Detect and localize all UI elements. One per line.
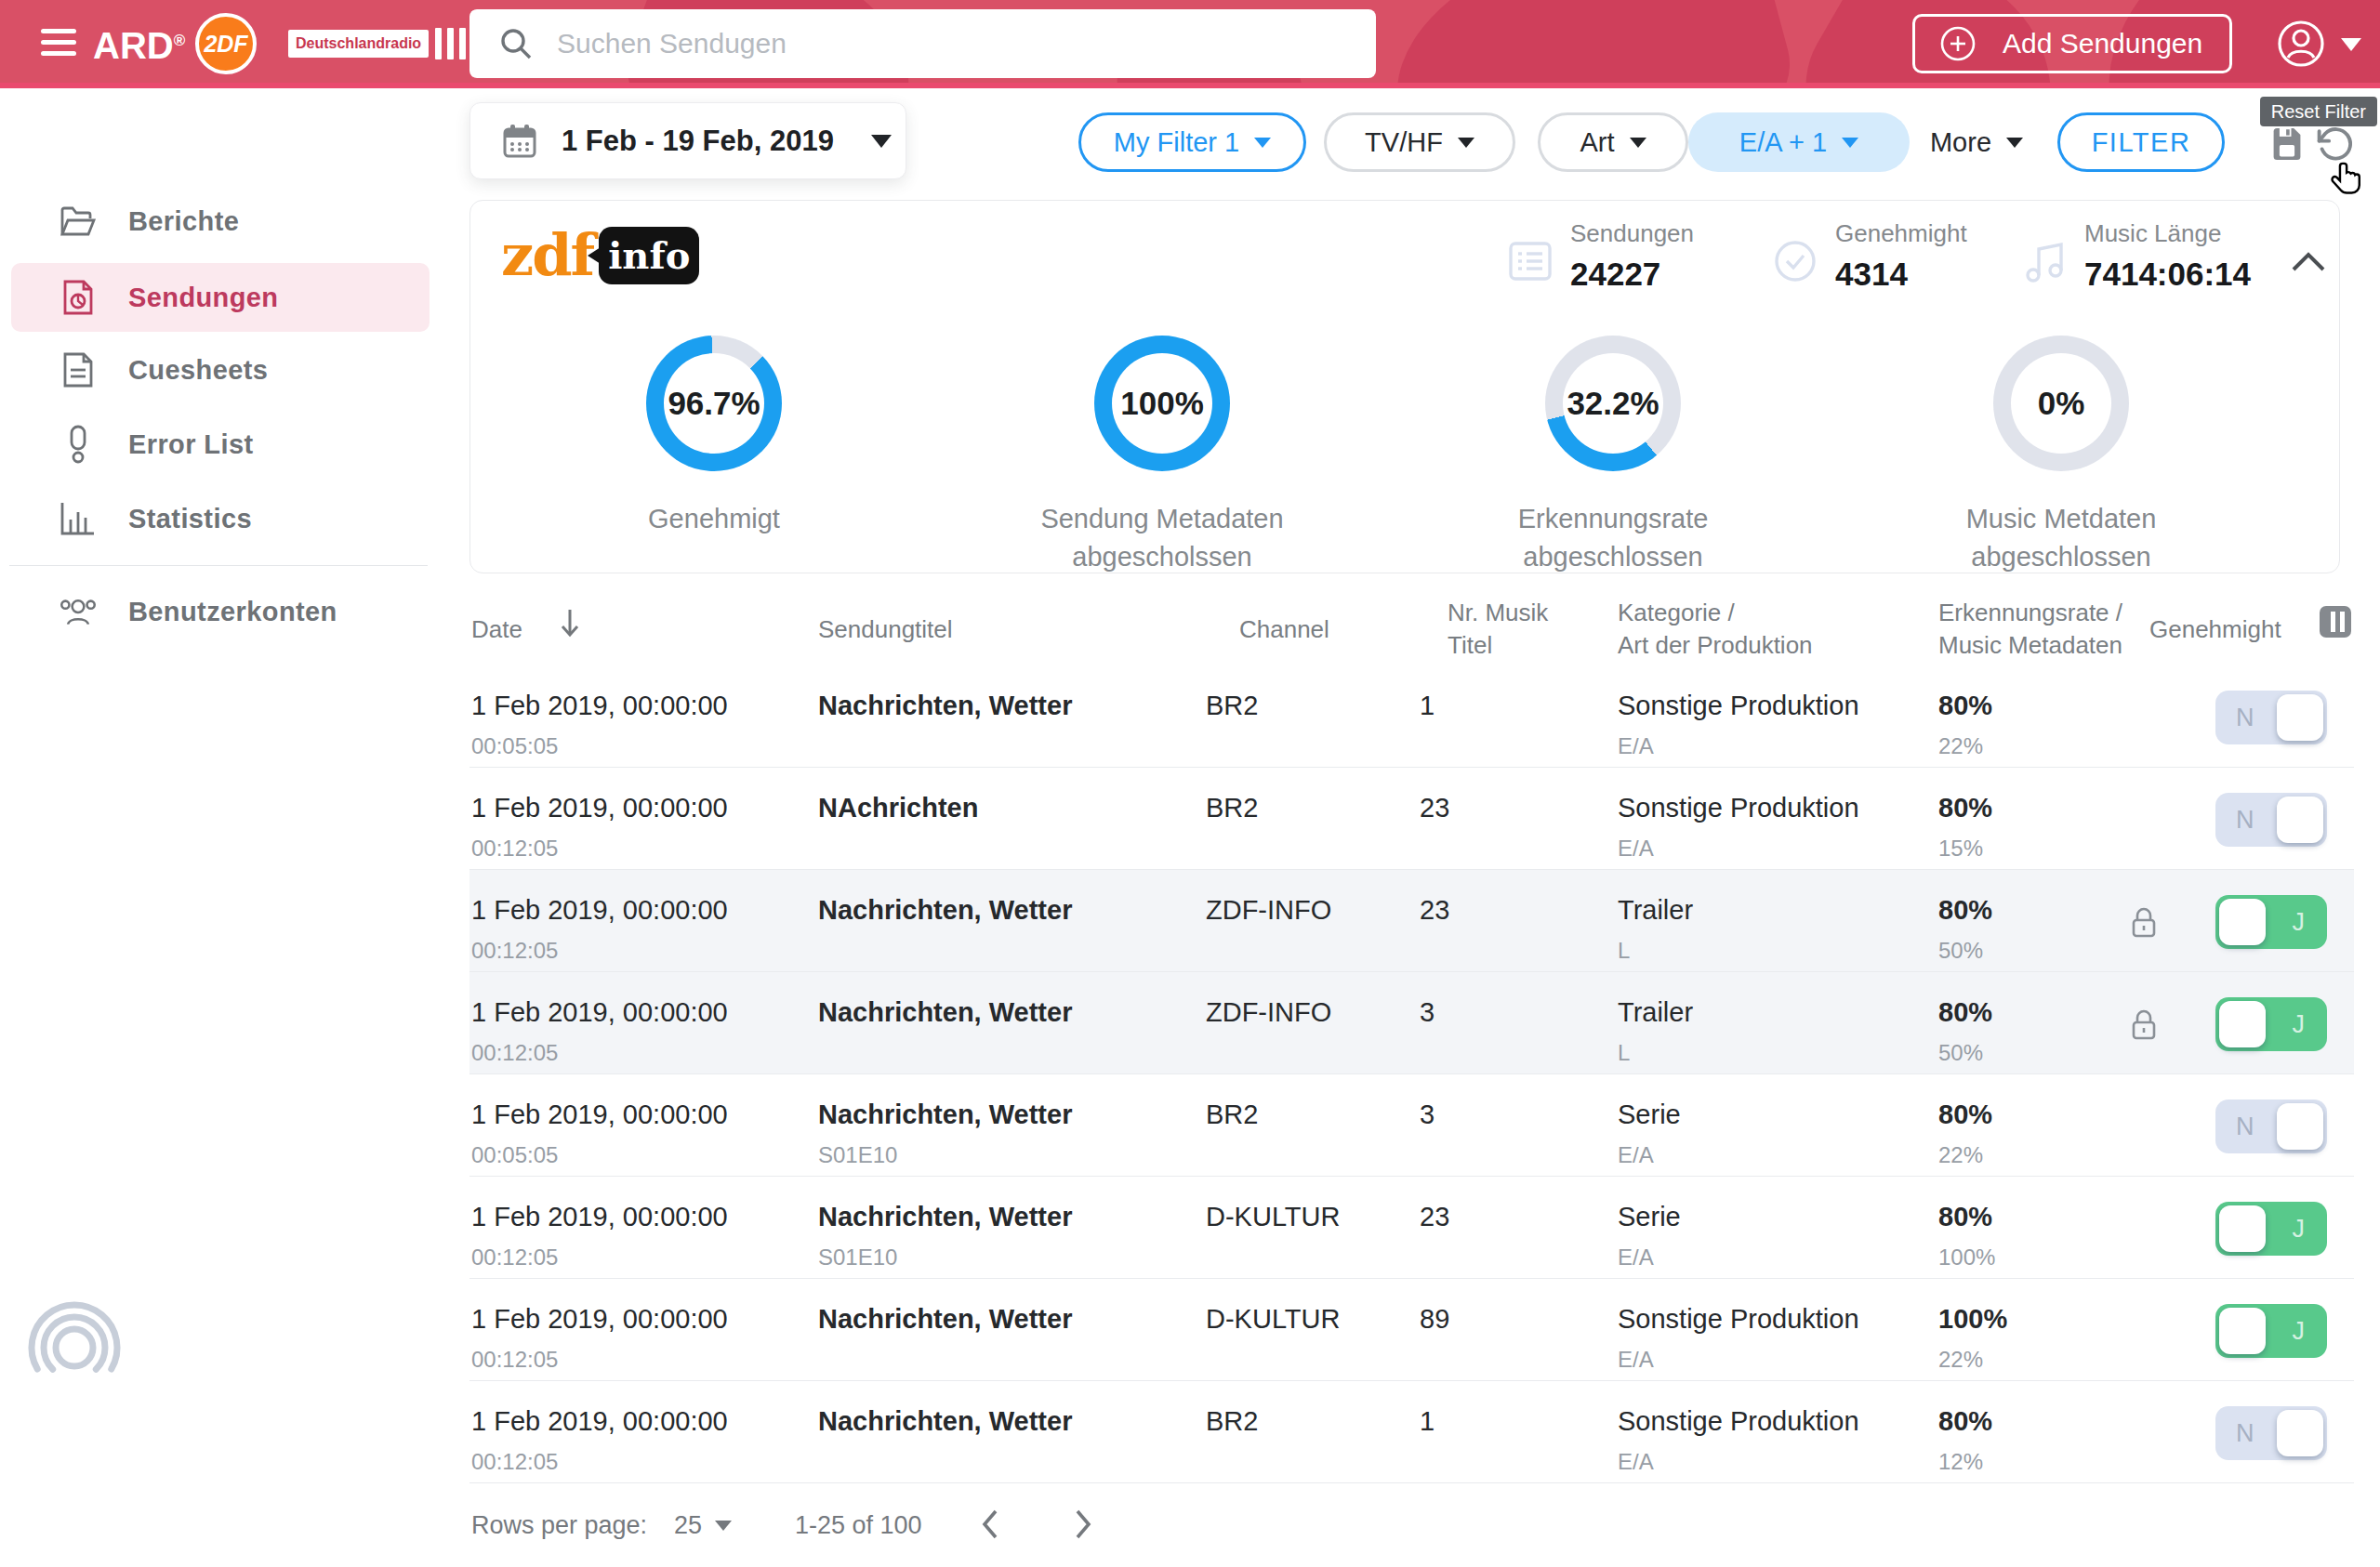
date-range-label: 1 Feb - 19 Feb, 2019 xyxy=(562,125,834,158)
table-row[interactable]: 1 Feb 2019, 00:00:0000:12:05 Nachrichten… xyxy=(469,1381,2354,1483)
pagination: Rows per page: 25 1-25 of 100 xyxy=(469,1483,2354,1567)
exclamation-icon xyxy=(60,425,97,464)
genehmight-toggle[interactable]: J xyxy=(2215,1304,2327,1358)
ard-logo: ARD® xyxy=(93,24,185,68)
col-erkennungsrate[interactable]: Erkennungsrate / Music Metadaten xyxy=(1938,597,2122,662)
folder-open-icon xyxy=(60,205,97,237)
donut-music-metadaten: 0% xyxy=(1993,336,2129,471)
my-filter-pill[interactable]: My Filter 1 xyxy=(1078,112,1306,172)
donut-label: Sendung Metadaten abgescholssen xyxy=(920,500,1404,576)
bar-chart-icon xyxy=(60,501,97,536)
donut-label: Genehmigt xyxy=(472,500,956,538)
save-filter-icon[interactable] xyxy=(2270,126,2304,162)
table-row[interactable]: 1 Feb 2019, 00:00:0000:12:05 Nachrichten… xyxy=(469,870,2354,972)
search-input[interactable] xyxy=(557,28,1301,59)
caret-down-icon xyxy=(1842,138,1858,148)
document-chart-icon xyxy=(60,279,97,316)
cursor-pointer xyxy=(2328,160,2367,199)
caret-down-icon xyxy=(2006,138,2023,148)
date-range-picker[interactable]: 1 Feb - 19 Feb, 2019 xyxy=(469,102,906,179)
calendar-icon xyxy=(502,123,537,160)
page-range-label: 1-25 of 100 xyxy=(795,1511,922,1540)
donut-label: Music Metdaten abgeschlossen xyxy=(1819,500,2303,576)
col-genehmight[interactable]: Genehmight xyxy=(2149,613,2281,646)
table-row[interactable]: 1 Feb 2019, 00:00:0000:12:05 Nachrichten… xyxy=(469,972,2354,1074)
col-kategorie[interactable]: Kategorie / Art der Produktion xyxy=(1618,597,1813,662)
donut-label: Erkennungsrate abgeschlossen xyxy=(1371,500,1855,576)
sort-desc-icon[interactable] xyxy=(558,606,582,641)
sidebar-item-sendungen[interactable]: Sendungen xyxy=(11,263,430,332)
table-header: Date Sendungtitel Channel Nr. Musik Tite… xyxy=(469,595,2354,665)
users-group-icon xyxy=(60,595,97,628)
plus-circle-icon xyxy=(1939,25,1977,62)
genehmight-toggle[interactable]: N xyxy=(2215,691,2327,744)
caret-down-icon xyxy=(1254,138,1271,148)
sidebar-divider xyxy=(9,565,428,566)
genehmight-toggle[interactable]: J xyxy=(2215,1202,2327,1256)
sidebar-item-statistics[interactable]: Statistics xyxy=(11,484,430,553)
sidebar-item-error-list[interactable]: Error List xyxy=(11,410,430,479)
rows-per-page-select[interactable]: 25 xyxy=(674,1511,732,1540)
col-nr-musik[interactable]: Nr. Musik Titel xyxy=(1448,597,1548,662)
tv-hf-pill[interactable]: TV/HF xyxy=(1324,112,1515,172)
donut-sendung-metadaten: 100% xyxy=(1094,336,1230,471)
reset-filter-tooltip: Reset Filter xyxy=(2260,97,2377,126)
hamburger-menu-icon[interactable] xyxy=(41,29,76,62)
genehmight-toggle[interactable]: N xyxy=(2215,1406,2327,1460)
document-lines-icon xyxy=(60,351,97,388)
caret-down-icon xyxy=(1630,138,1646,148)
search-bar[interactable] xyxy=(469,9,1376,78)
summary-card: zdf info Sendungen 24227 Genehmight 4314… xyxy=(469,200,2340,573)
next-page-icon[interactable] xyxy=(1072,1508,1094,1541)
table-row[interactable]: 1 Feb 2019, 00:00:0000:12:05 Nachrichten… xyxy=(469,1177,2354,1279)
donut-genehmigt: 96.7% xyxy=(646,336,782,471)
sidebar-item-cuesheets[interactable]: Cuesheets xyxy=(11,336,430,404)
table-row[interactable]: 1 Feb 2019, 00:00:0000:12:05 NAchrichten… xyxy=(469,768,2354,870)
genehmight-toggle[interactable]: J xyxy=(2215,997,2327,1051)
genehmight-toggle[interactable]: N xyxy=(2215,793,2327,847)
col-sendungtitel[interactable]: Sendungtitel xyxy=(818,613,953,646)
table-row[interactable]: 1 Feb 2019, 00:00:0000:12:05 Nachrichten… xyxy=(469,1279,2354,1381)
zdf-info-logo: zdf info xyxy=(501,221,699,289)
genehmight-toggle[interactable]: N xyxy=(2215,1100,2327,1153)
search-icon xyxy=(497,25,535,62)
stat-music-laenge: Music Länge 7414:06:14 xyxy=(2084,219,2251,293)
genehmight-toggle[interactable]: J xyxy=(2215,895,2327,949)
sidebar-item-berichte[interactable]: Berichte xyxy=(11,187,430,256)
lock-icon xyxy=(2131,1007,2157,1041)
date-caret-icon xyxy=(871,135,892,148)
genehmight-count-icon xyxy=(1772,238,1818,284)
sidebar-item-benutzerkonten[interactable]: Benutzerkonten xyxy=(11,577,430,646)
rows-per-page-label: Rows per page: xyxy=(471,1511,647,1540)
filter-button[interactable]: FILTER xyxy=(2057,112,2225,172)
more-filter[interactable]: More xyxy=(1911,112,2042,172)
stat-sendungen: Sendungen 24227 xyxy=(1570,219,1694,293)
radar-arcs-icon xyxy=(23,1299,126,1392)
art-pill[interactable]: Art xyxy=(1538,112,1688,172)
donut-erkennungsrate: 32.2% xyxy=(1545,336,1681,471)
table-row[interactable]: 1 Feb 2019, 00:00:0000:05:05 Nachrichten… xyxy=(469,665,2354,768)
prev-page-icon[interactable] xyxy=(979,1508,1001,1541)
account-icon[interactable] xyxy=(2276,19,2326,69)
columns-settings-icon[interactable] xyxy=(2318,602,2353,641)
zdf-logo: 2DF xyxy=(195,13,257,74)
caret-down-icon xyxy=(1458,138,1474,148)
caret-down-icon xyxy=(715,1521,732,1531)
col-date[interactable]: Date xyxy=(471,613,522,646)
sendungen-count-icon xyxy=(1507,238,1554,284)
col-channel[interactable]: Channel xyxy=(1239,613,1329,646)
collapse-chevron-icon[interactable] xyxy=(2290,249,2327,273)
top-header-bar: ARD® 2DF Deutschlandradio Add Sendungen xyxy=(0,0,2380,88)
stat-genehmight: Genehmight 4314 xyxy=(1835,219,1967,293)
music-length-icon xyxy=(2021,238,2068,284)
deutschlandradio-logo: Deutschlandradio xyxy=(288,28,471,59)
table-row[interactable]: 1 Feb 2019, 00:00:0000:05:05 Nachrichten… xyxy=(469,1074,2354,1177)
account-caret-icon[interactable] xyxy=(2341,38,2361,51)
sendungen-table: 1 Feb 2019, 00:00:0000:05:05 Nachrichten… xyxy=(469,665,2354,1483)
add-sendungen-button[interactable]: Add Sendungen xyxy=(1912,14,2232,73)
ea-filter-chip[interactable]: E/A + 1 xyxy=(1688,112,1910,172)
lock-icon xyxy=(2131,905,2157,939)
